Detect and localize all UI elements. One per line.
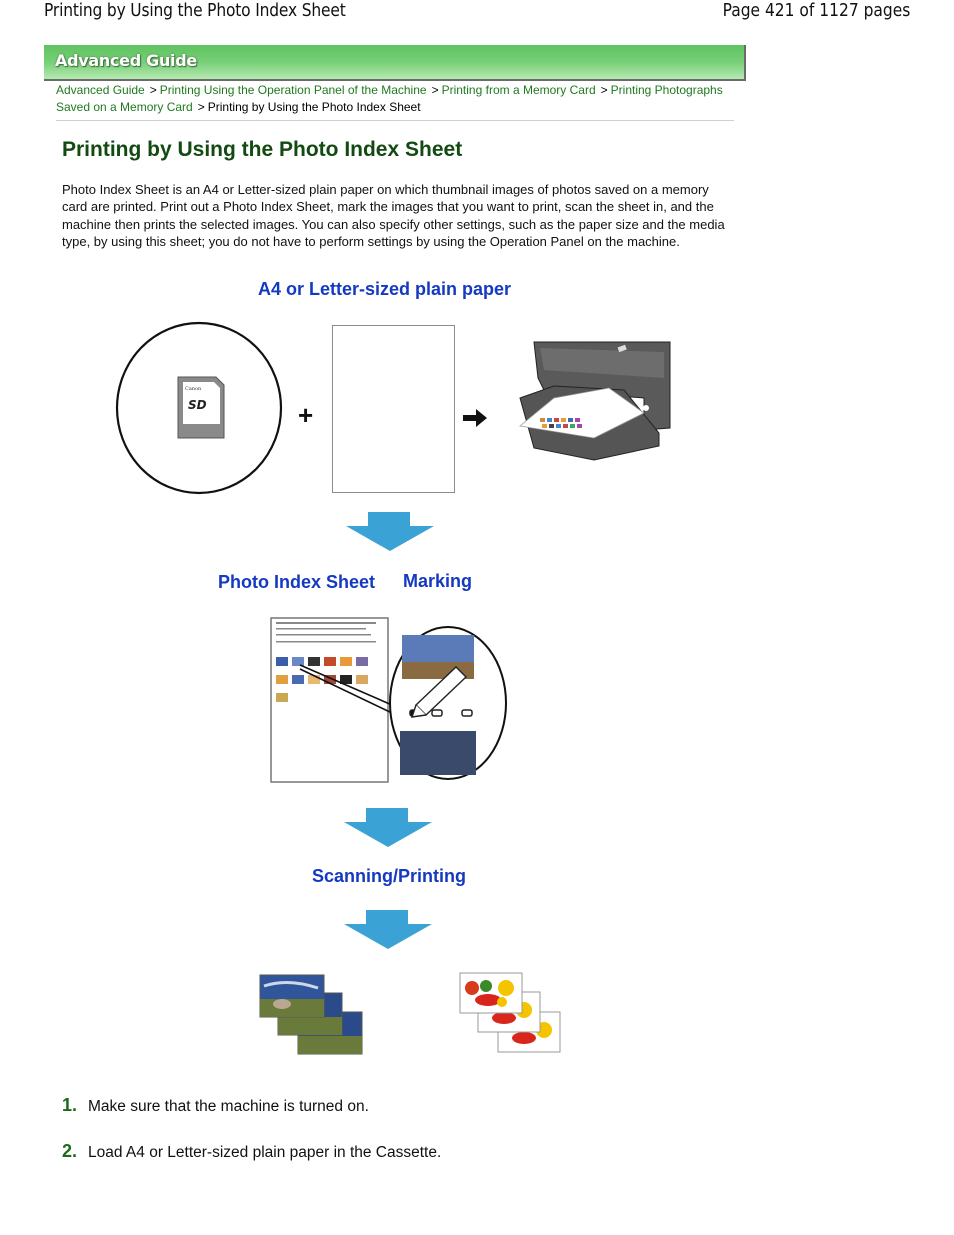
breadcrumb-link-advanced-guide[interactable]: Advanced Guide bbox=[56, 83, 145, 97]
step-number: 2. bbox=[62, 1141, 78, 1161]
sd-card-logo: SD bbox=[188, 398, 207, 412]
step-text: Make sure that the machine is turned on. bbox=[88, 1098, 369, 1115]
sd-card-brand: Canon bbox=[185, 386, 202, 392]
photo-print bbox=[459, 972, 523, 1014]
document-title: Printing by Using the Photo Index Sheet bbox=[44, 0, 346, 21]
breadcrumb-separator: > bbox=[600, 83, 608, 97]
plus-icon: + bbox=[298, 400, 314, 430]
arrow-shape bbox=[344, 910, 432, 949]
printed-fruit-photos bbox=[459, 972, 561, 1053]
blank-paper-illustration bbox=[332, 325, 455, 493]
breadcrumb-current: Printing by Using the Photo Index Sheet bbox=[207, 100, 421, 114]
breadcrumb-link-operation-panel[interactable]: Printing Using the Operation Panel of th… bbox=[160, 83, 427, 97]
caption-photo-index-sheet: Photo Index Sheet bbox=[218, 572, 376, 592]
step-item: 2. Load A4 or Letter-sized plain paper in… bbox=[62, 1141, 441, 1162]
photo-index-sheet-illustration bbox=[270, 617, 507, 783]
advanced-guide-banner: Advanced Guide bbox=[44, 45, 746, 81]
memory-card-illustration: Canon SD bbox=[115, 321, 283, 495]
arrow-down-icon bbox=[344, 910, 432, 949]
breadcrumb: Advanced Guide > Printing Using the Operat… bbox=[56, 82, 736, 116]
banner-label: Advanced Guide bbox=[55, 51, 197, 70]
printed-landscape-photos bbox=[259, 974, 363, 1055]
printer-illustration bbox=[519, 341, 671, 461]
breadcrumb-link-memory-card[interactable]: Printing from a Memory Card bbox=[442, 83, 596, 97]
page-counter: Page 421 of 1127 pages bbox=[722, 0, 910, 21]
caption-plain-paper: A4 or Letter-sized plain paper bbox=[258, 279, 512, 299]
page-title: Printing by Using the Photo Index Sheet bbox=[62, 138, 463, 161]
divider bbox=[56, 120, 734, 121]
sd-card-icon: Canon SD bbox=[177, 376, 225, 439]
step-number: 1. bbox=[62, 1095, 78, 1115]
step-item: 1. Make sure that the machine is turned o… bbox=[62, 1095, 369, 1116]
arrow-right-icon bbox=[463, 409, 487, 427]
arrow-down-icon bbox=[346, 512, 434, 551]
caption-scanning-printing: Scanning/Printing bbox=[312, 866, 467, 886]
photo-print bbox=[259, 974, 325, 1018]
breadcrumb-separator: > bbox=[197, 100, 205, 114]
arrow-shape bbox=[346, 512, 434, 551]
caption-marking: Marking bbox=[403, 571, 473, 591]
breadcrumb-separator: > bbox=[431, 83, 439, 97]
step-text: Load A4 or Letter-sized plain paper in t… bbox=[88, 1144, 442, 1161]
intro-paragraph: Photo Index Sheet is an A4 or Letter-siz… bbox=[62, 182, 725, 250]
arrow-down-icon bbox=[344, 808, 432, 847]
arrow-shape bbox=[344, 808, 432, 847]
breadcrumb-separator: > bbox=[149, 83, 157, 97]
